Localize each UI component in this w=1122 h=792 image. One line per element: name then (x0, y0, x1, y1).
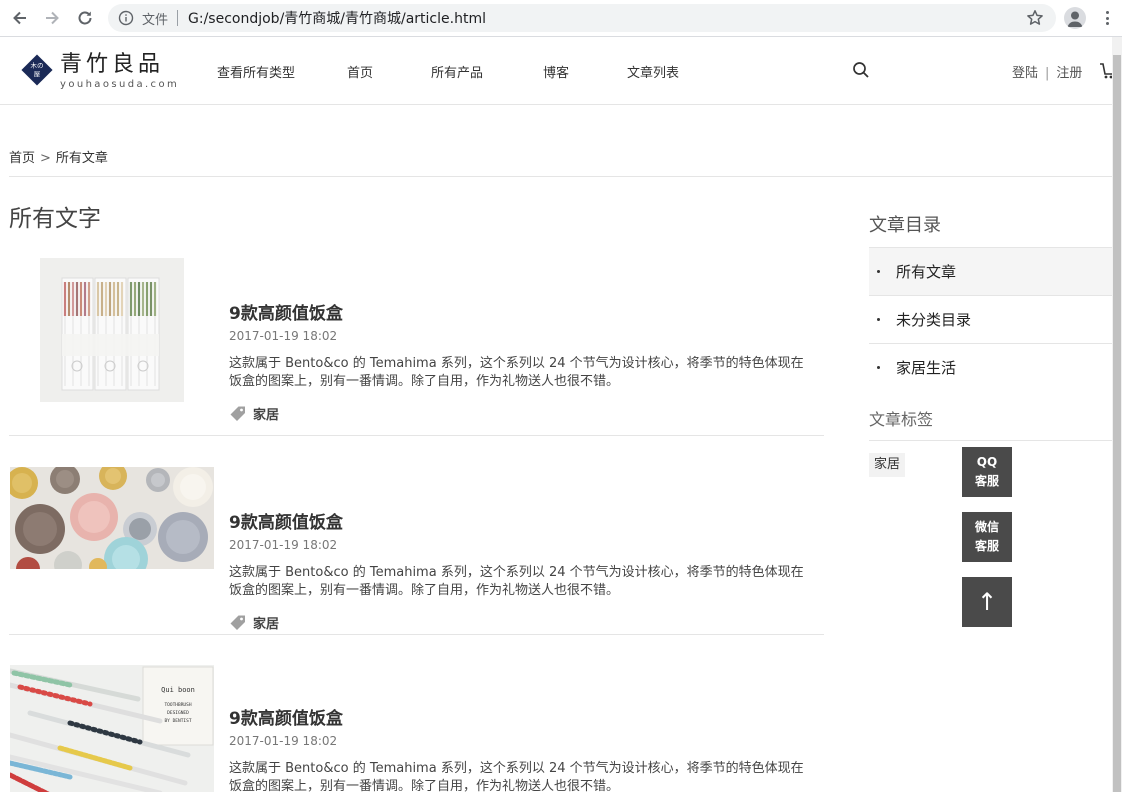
box-line-1: TOOTHBRUSH (164, 702, 191, 708)
tag-icon (230, 406, 245, 421)
qq-service-button[interactable]: QQ 客服 (962, 447, 1012, 497)
cart-icon[interactable] (1100, 61, 1112, 85)
site-header: 木の 屋 青竹良品 youhaosuda.com 查看所有类型 首页 所有产品 … (0, 37, 1112, 105)
file-label: 文件 (142, 12, 169, 28)
article-image-chopsticks[interactable] (40, 258, 184, 402)
breadcrumb-current: 所有文章 (55, 151, 108, 166)
browser-menu-icon[interactable] (1100, 8, 1114, 28)
tags-divider (869, 440, 1112, 441)
wechat-service-button[interactable]: 微信 客服 (962, 512, 1012, 562)
breadcrumb-divider (9, 176, 1112, 177)
article-divider (9, 634, 824, 635)
page-title: 所有文字 (9, 206, 101, 232)
browser-toolbar: 文件 G:/secondjob/青竹商城/青竹商城/article.html (0, 0, 1122, 37)
logo-name-cn: 青竹良品 (60, 52, 165, 77)
box-line-2: DESIGNED (167, 710, 189, 716)
article-tag[interactable]: 家居 (229, 613, 279, 632)
back-to-top-button[interactable]: ↑ (962, 577, 1012, 627)
back-button[interactable] (9, 7, 31, 29)
tag-icon (230, 615, 245, 630)
arrow-right-icon (46, 11, 59, 25)
reload-button[interactable] (74, 7, 96, 29)
article-divider (9, 435, 824, 436)
article-title[interactable]: 9款高颜值饭盒 (229, 299, 343, 324)
article-tag-label: 家居 (253, 408, 280, 423)
logo-mark-icon: 木の 屋 (21, 54, 53, 86)
address-divider (177, 10, 179, 26)
search-icon[interactable] (852, 61, 870, 83)
arrow-left-icon (13, 11, 26, 25)
wechat-service-label: 客服 (974, 539, 999, 553)
article-tag-label: 家居 (253, 617, 280, 632)
nav-all-products[interactable]: 所有产品 (431, 62, 483, 81)
sidebar-item-uncategorized[interactable]: 未分类目录 (869, 295, 1112, 343)
scrollbar-thumb[interactable] (1113, 55, 1121, 792)
info-icon[interactable] (117, 9, 135, 27)
address-bar[interactable]: 文件 G:/secondjob/青竹商城/青竹商城/article.html (108, 4, 1056, 32)
article-title[interactable]: 9款高颜值饭盒 (229, 508, 343, 533)
qq-service-label: 客服 (974, 474, 999, 488)
breadcrumb: 首页 > 所有文章 (9, 147, 108, 166)
article-excerpt: 这款属于 Bento&co 的 Temahima 系列，这个系列以 24 个节气… (229, 761, 804, 792)
qq-label: QQ (976, 455, 998, 469)
auth-links: 登陆 | 注册 (1012, 62, 1082, 81)
nav-all-types[interactable]: 查看所有类型 (217, 62, 295, 81)
bullet-icon (877, 270, 880, 273)
article-tag[interactable]: 家居 (229, 404, 279, 423)
article-image-toothbrushes[interactable]: Qui boon TOOTHBRUSH DESIGNED BY DENTIST (10, 665, 214, 792)
sidebar-catalog-title: 文章目录 (869, 215, 941, 236)
bullet-icon (877, 366, 880, 369)
article-title[interactable]: 9款高颜值饭盒 (229, 704, 343, 729)
tag-chip-home[interactable]: 家居 (869, 453, 906, 477)
bullet-icon (877, 318, 880, 321)
breadcrumb-separator: > (40, 151, 51, 166)
logo-mark-text-bottom: 屋 (34, 70, 41, 78)
nav-blog[interactable]: 博客 (543, 62, 569, 81)
login-link[interactable]: 登陆 (1012, 66, 1038, 81)
web-page: 木の 屋 青竹良品 youhaosuda.com 查看所有类型 首页 所有产品 … (0, 37, 1112, 792)
article-image-plates[interactable] (10, 467, 214, 569)
category-label: 未分类目录 (896, 311, 972, 329)
wechat-label: 微信 (974, 520, 999, 534)
category-label: 家居生活 (896, 359, 957, 377)
nav-article-list[interactable]: 文章列表 (627, 62, 679, 81)
forward-button[interactable] (41, 7, 63, 29)
article-excerpt: 这款属于 Bento&co 的 Temahima 系列，这个系列以 24 个节气… (229, 356, 804, 389)
category-label: 所有文章 (896, 263, 957, 281)
article-excerpt: 这款属于 Bento&co 的 Temahima 系列，这个系列以 24 个节气… (229, 565, 804, 598)
sidebar-tags-title: 文章标签 (869, 410, 934, 429)
auth-divider: | (1045, 66, 1050, 81)
url-text[interactable]: G:/secondjob/青竹商城/青竹商城/article.html (188, 8, 486, 28)
nav-home[interactable]: 首页 (347, 62, 373, 81)
article-date: 2017-01-19 18:02 (229, 538, 338, 552)
bookmark-star-icon[interactable] (1026, 9, 1044, 31)
profile-avatar-icon[interactable] (1064, 7, 1086, 29)
reload-icon (78, 11, 92, 25)
register-link[interactable]: 注册 (1056, 66, 1082, 81)
breadcrumb-home[interactable]: 首页 (9, 151, 35, 166)
article-date: 2017-01-19 18:02 (229, 734, 338, 748)
site-logo[interactable]: 木の 屋 青竹良品 youhaosuda.com (20, 52, 179, 91)
sidebar-item-all-articles[interactable]: 所有文章 (869, 247, 1112, 295)
article-date: 2017-01-19 18:02 (229, 329, 338, 343)
sidebar-item-home-living[interactable]: 家居生活 (869, 343, 1112, 391)
box-brand-text: Qui boon (161, 686, 195, 694)
page-scrollbar[interactable] (1112, 37, 1122, 792)
arrow-up-icon: ↑ (976, 587, 998, 616)
box-line-3: BY DENTIST (164, 718, 191, 724)
logo-mark-text-top: 木の (31, 61, 44, 70)
category-list: 所有文章 未分类目录 家居生活 (869, 247, 1112, 391)
logo-name-en: youhaosuda.com (60, 79, 180, 90)
